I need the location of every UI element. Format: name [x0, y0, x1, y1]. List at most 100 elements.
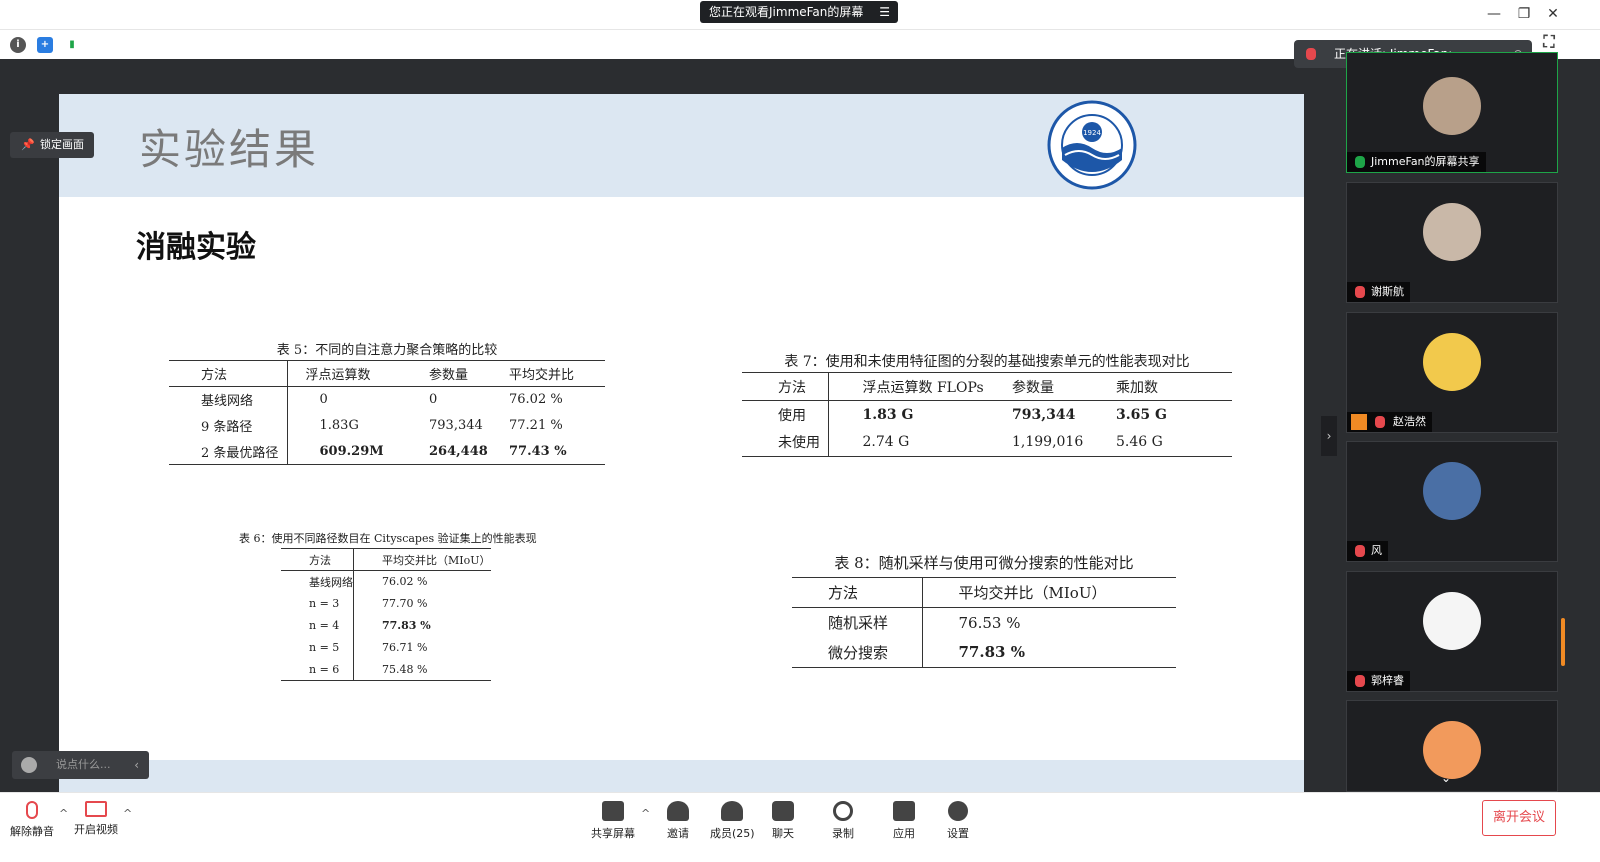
info-icon[interactable]: i — [10, 37, 26, 53]
avatar — [1423, 721, 1481, 779]
chat-button[interactable]: 聊天 — [772, 801, 794, 841]
shield-icon[interactable]: + — [37, 37, 53, 53]
leave-meeting-button[interactable]: 离开会议 — [1482, 800, 1556, 836]
fullscreen-icon[interactable]: ⛶ — [1541, 34, 1557, 50]
cell: 微分搜索 — [792, 637, 923, 668]
slide: 实验结果 1924 消融实验 表 5：不同的自注意力聚合策略的比较 方法 浮点运… — [59, 94, 1304, 798]
header-miou: 平均交并比 — [509, 360, 605, 387]
participant-tile[interactable]: 赵浩然 — [1346, 312, 1558, 433]
muted-mic-icon — [1306, 48, 1316, 60]
muted-mic-icon — [1355, 675, 1365, 687]
cell: 77.83 % — [382, 619, 431, 632]
collapse-chat-icon[interactable]: ‹ — [134, 751, 139, 779]
chevron-down-icon[interactable]: ⌄ — [1441, 771, 1451, 785]
table-row: n = 5 76.71 % — [281, 636, 491, 659]
chat-placeholder: 说点什么... — [56, 758, 111, 771]
invite-button[interactable]: 邀请 — [667, 801, 689, 841]
video-options-icon[interactable]: ^ — [123, 807, 132, 820]
cell: 1.83G — [319, 418, 359, 433]
table-row: 微分搜索 77.83 % — [792, 637, 1176, 668]
header-miou: 平均交并比（MIoU） — [353, 548, 491, 571]
signal-icon[interactable]: ▮ — [64, 37, 80, 53]
chat-input-box[interactable]: 说点什么... ‹ — [12, 751, 149, 779]
table-row: n = 6 75.48 % — [281, 658, 491, 681]
participant-name: JimmeFan的屏幕共享 — [1347, 152, 1486, 172]
participant-tile[interactable]: 谢斯航 — [1346, 182, 1558, 303]
share-screen-label: 共享屏幕 — [591, 827, 635, 840]
invite-icon — [667, 801, 689, 821]
share-options-icon[interactable]: ^ — [641, 807, 650, 820]
table-7-caption: 表 7：使用和未使用特征图的分裂的基础搜索单元的性能表现对比 — [784, 354, 1190, 370]
unmute-button[interactable]: 解除静音 — [10, 801, 54, 839]
participant-name: 风 — [1347, 541, 1388, 561]
cell: 2.74 G — [862, 434, 910, 451]
participant-tile[interactable]: JimmeFan的屏幕共享 — [1346, 52, 1558, 173]
video-off-icon — [85, 801, 107, 817]
audio-options-icon[interactable]: ^ — [59, 807, 68, 820]
watching-banner[interactable]: 您正在观看JimmeFan的屏幕 ☰ — [700, 1, 898, 23]
close-icon[interactable]: ✕ — [1543, 4, 1563, 24]
table-row: 使用 1.83 G 793,344 3.65 G — [742, 400, 1232, 429]
cell: 0 — [429, 392, 438, 408]
cell: 76.53 % — [958, 613, 1021, 632]
avatar — [1423, 203, 1481, 261]
minimize-icon[interactable]: — — [1484, 4, 1504, 24]
record-icon — [833, 801, 853, 821]
cell: 264,448 — [429, 443, 488, 459]
slide-subtitle: 消融实验 — [136, 230, 256, 265]
header-miou: 平均交并比（MIoU） — [922, 577, 1176, 608]
collapse-panel-icon[interactable]: › — [1321, 416, 1337, 456]
settings-button[interactable]: 设置 — [947, 801, 969, 841]
record-button[interactable]: 录制 — [832, 801, 854, 841]
share-screen-icon — [602, 801, 624, 821]
cell: 0 — [319, 392, 328, 408]
cell: 5.46 G — [1116, 434, 1163, 451]
share-screen-button[interactable]: 共享屏幕 — [591, 801, 635, 841]
meeting-toolbar: 解除静音 ^ 开启视频 ^ 共享屏幕 ^ 邀请 成员(25) 聊天 录制 应用 … — [0, 792, 1600, 862]
table-8-caption: 表 8：随机采样与使用可微分搜索的性能对比 — [834, 554, 1134, 572]
cell: 9 条路径 — [169, 412, 288, 439]
participant-name: 郭梓睿 — [1347, 671, 1410, 691]
scrollbar-thumb[interactable] — [1561, 618, 1565, 666]
cell: 75.48 % — [382, 662, 428, 676]
cell: n = 6 — [281, 658, 354, 681]
invite-label: 邀请 — [667, 827, 689, 840]
cell: 未使用 — [742, 428, 829, 457]
apps-button[interactable]: 应用 — [893, 801, 915, 841]
participant-tile[interactable]: ⌄ — [1346, 700, 1558, 792]
muted-mic-icon — [1355, 545, 1365, 557]
table-7: 表 7：使用和未使用特征图的分裂的基础搜索单元的性能表现对比 方法 浮点运算数 … — [742, 351, 1232, 461]
cell: 随机采样 — [792, 607, 923, 638]
table-row: 随机采样 76.53 % — [792, 607, 1176, 638]
participant-tile[interactable]: 郭梓睿 — [1346, 571, 1558, 692]
restore-icon[interactable]: ❐ — [1514, 4, 1534, 24]
header-flops: 浮点运算数 FLOPs — [828, 372, 1012, 401]
table-5-caption: 表 5：不同的自注意力聚合策略的比较 — [276, 343, 498, 358]
members-label: 成员(25) — [710, 827, 755, 840]
table-row: n = 3 77.70 % — [281, 592, 491, 615]
muted-mic-icon — [1375, 416, 1385, 428]
members-icon — [721, 801, 744, 821]
start-video-button[interactable]: 开启视频 — [74, 801, 118, 837]
record-label: 录制 — [832, 827, 854, 840]
lock-view-button[interactable]: 📌 锁定画面 — [10, 132, 94, 158]
menu-icon[interactable]: ☰ — [879, 1, 890, 23]
header-method: 方法 — [792, 577, 923, 608]
cell: 76.02 % — [382, 575, 428, 589]
header-params: 参数量 — [429, 360, 509, 387]
members-button[interactable]: 成员(25) — [710, 801, 755, 841]
header-params: 参数量 — [1012, 372, 1116, 401]
cell: 77.70 % — [382, 597, 428, 610]
host-icon — [1351, 414, 1367, 430]
table-row: 基线网络 76.02 % — [281, 570, 491, 593]
emoji-icon[interactable] — [21, 757, 37, 773]
apps-icon — [893, 801, 915, 821]
cell: 1.83 G — [862, 406, 914, 423]
table-8: 表 8：随机采样与使用可微分搜索的性能对比 方法 平均交并比（MIoU） 随机采… — [792, 552, 1176, 672]
cell: 77.83 % — [958, 643, 1025, 662]
university-logo: 1924 — [1047, 100, 1137, 190]
participant-tile[interactable]: 风 — [1346, 441, 1558, 562]
header-method: 方法 — [281, 548, 354, 571]
unmute-label: 解除静音 — [10, 825, 54, 838]
avatar — [1423, 77, 1481, 135]
